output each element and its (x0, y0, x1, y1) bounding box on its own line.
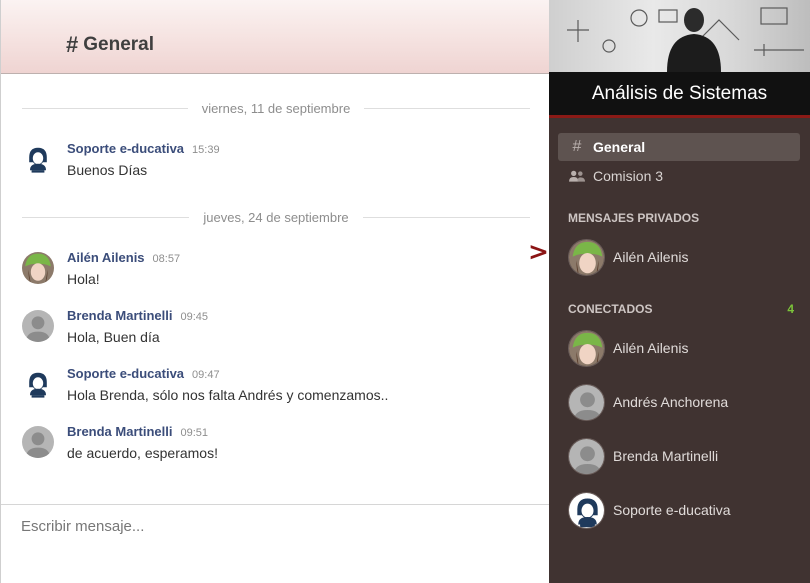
message-item: Brenda Martinelli 09:51 de acuerdo, espe… (22, 424, 532, 470)
connected-user-item[interactable]: Brenda Martinelli (568, 436, 800, 476)
connected-user-item[interactable]: Soporte e-ducativa (568, 490, 800, 530)
connected-user-item[interactable]: Ailén Ailenis (568, 328, 800, 368)
hash-icon: # (66, 32, 79, 57)
admin-avatar[interactable] (22, 143, 54, 175)
channel-title: # General (66, 32, 154, 58)
green-hat-avatar (568, 238, 605, 276)
private-contact-item[interactable]: Ailén Ailenis (568, 237, 800, 277)
sidebar: Análisis de Sistemas # General Comision … (549, 0, 810, 583)
green-hat-avatar (568, 329, 605, 367)
default-avatar[interactable] (22, 310, 54, 342)
message-time: 15:39 (192, 144, 220, 156)
message-item: Soporte e-ducativa 15:39 Buenos Días (22, 141, 532, 187)
private-messages-heading: MENSAJES PRIVADOS (568, 211, 700, 225)
message-author[interactable]: Soporte e-ducativa (67, 366, 184, 381)
default-avatar (568, 383, 605, 421)
users-icon (569, 170, 585, 182)
admin-avatar[interactable] (22, 368, 54, 400)
message-time: 09:51 (180, 427, 208, 439)
channel-name: General (83, 34, 155, 55)
date-divider: viernes, 11 de septiembre (22, 99, 530, 117)
course-title: Análisis de Sistemas (549, 72, 810, 118)
course-banner-image (549, 0, 810, 72)
connected-user-item[interactable]: Andrés Anchorena (568, 382, 800, 422)
chat-panel: # General viernes, 11 de septiembre Sopo… (0, 0, 550, 583)
message-time: 08:57 (152, 253, 181, 265)
date-divider: jueves, 24 de septiembre (22, 208, 531, 226)
default-avatar (568, 437, 605, 475)
chevron-right-icon: > (528, 237, 549, 266)
admin-avatar (568, 491, 605, 529)
message-input[interactable] (21, 513, 521, 539)
message-text: Hola, Buen día (67, 329, 160, 345)
message-text: Hola Brenda, sólo nos falta Andrés y com… (67, 387, 389, 403)
message-text: de acuerdo, esperamos! (67, 445, 218, 461)
message-author[interactable]: Brenda Martinelli (67, 424, 172, 439)
message-item: Ailén Ailenis 08:57 Hola! (22, 250, 532, 296)
message-text: Buenos Días (67, 162, 148, 178)
message-time: 09:45 (180, 311, 208, 323)
hash-icon: # (572, 138, 582, 155)
default-avatar[interactable] (22, 426, 54, 458)
message-time: 09:47 (192, 369, 220, 381)
message-text: Hola! (67, 271, 100, 287)
green-hat-avatar[interactable] (22, 252, 54, 284)
message-composer (1, 504, 550, 583)
message-author[interactable]: Brenda Martinelli (67, 308, 172, 323)
channel-item-general[interactable]: # General (558, 133, 800, 161)
message-list[interactable]: viernes, 11 de septiembre Soporte e-duca… (1, 74, 550, 504)
message-item: Soporte e-ducativa 09:47 Hola Brenda, só… (22, 366, 532, 412)
connected-count-badge: 4 (787, 302, 794, 316)
channel-header: # General (1, 0, 550, 74)
message-author[interactable]: Soporte e-ducativa (67, 141, 184, 156)
connected-heading: CONECTADOS 4 (568, 302, 794, 316)
channel-item-comision-3[interactable]: Comision 3 (558, 162, 800, 190)
message-item: Brenda Martinelli 09:45 Hola, Buen día (22, 308, 532, 354)
message-author[interactable]: Ailén Ailenis (67, 250, 145, 265)
